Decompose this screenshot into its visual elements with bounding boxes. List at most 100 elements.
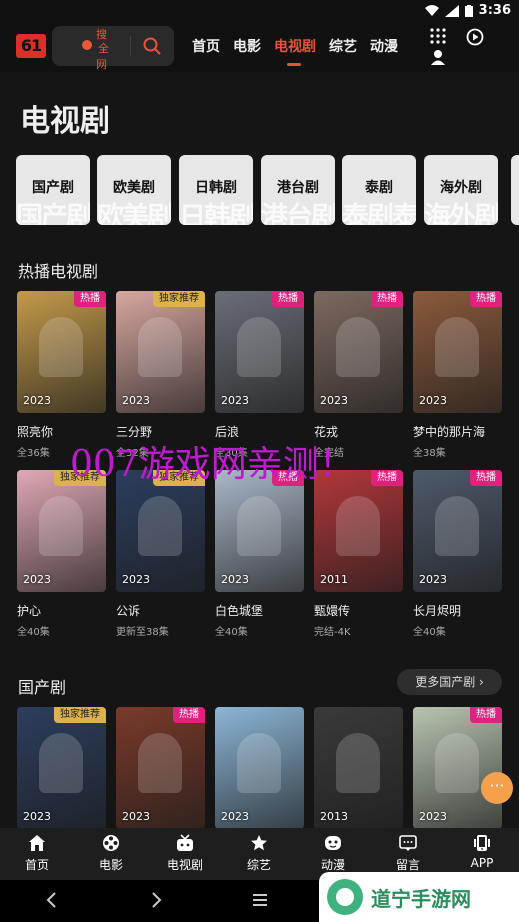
poster-image[interactable]: 热播 2023 <box>413 707 502 829</box>
drama-card[interactable]: 热播 2023 梦中的那片海 全38集 <box>413 291 502 459</box>
poster-figure <box>39 496 83 556</box>
poster-image[interactable]: 热播 2023 <box>413 291 502 413</box>
drama-card[interactable]: 独家推荐 2023 <box>17 707 106 829</box>
search-site-logo: 搜 全 网 <box>80 28 126 71</box>
drama-card[interactable]: 热播 2023 后浪 全30集 <box>215 291 304 459</box>
category-ghost-text: 欧美剧 <box>97 202 171 225</box>
card-episodes: 全38集 <box>413 448 446 459</box>
category-ghost-text: 泰剧泰 <box>342 202 416 225</box>
top-nav: 首页 电影 电视剧 综艺 动漫 <box>192 36 398 66</box>
category-thai[interactable]: 泰剧泰 泰剧 <box>342 155 416 225</box>
poster-year: 2013 <box>320 810 348 823</box>
category-japan-korea[interactable]: 日韩剧 日韩剧 <box>179 155 253 225</box>
category-western[interactable]: 欧美剧 欧美剧 <box>97 155 171 225</box>
bottom-nav-label: APP <box>470 856 494 870</box>
poster-image[interactable]: 热播 2023 <box>215 470 304 592</box>
drama-card[interactable]: 独家推荐 2023 公诉 更新至38集 <box>116 470 205 638</box>
poster-image[interactable]: 热播 2023 <box>17 291 106 413</box>
card-episodes: 全40集 <box>215 627 248 638</box>
drama-card[interactable]: 独家推荐 2023 护心 全40集 <box>17 470 106 638</box>
drama-card[interactable]: 热播 2023 白色城堡 全40集 <box>215 470 304 638</box>
drama-card[interactable]: 热播 2023 <box>116 707 205 829</box>
category-overseas[interactable]: 海外剧 海外剧 <box>424 155 498 225</box>
drama-card[interactable]: 热播 2011 甄嬛传 完结-4K <box>314 470 403 638</box>
bottom-nav-movies[interactable]: 电影 <box>81 834 141 873</box>
status-time: 3:36 <box>478 3 511 18</box>
category-label: 海外剧 <box>440 180 482 196</box>
drama-card[interactable]: 热播 2023 照亮你 全36集 <box>17 291 106 459</box>
category-hk-taiwan[interactable]: 港台剧 港台剧 <box>261 155 335 225</box>
poster-figure <box>336 496 380 556</box>
poster-image[interactable]: 热播 2023 <box>215 291 304 413</box>
forward-icon[interactable] <box>146 890 166 910</box>
status-bar: 3:36 <box>0 0 519 22</box>
app-logo[interactable]: 61 <box>16 34 46 58</box>
card-episodes: 更新至38集 <box>116 627 169 638</box>
category-label: 欧美剧 <box>113 180 155 196</box>
poster-year: 2023 <box>419 573 447 586</box>
bottom-nav-tv[interactable]: 电视剧 <box>155 834 215 873</box>
tab-movies[interactable]: 电影 <box>233 36 261 56</box>
poster-badge: 热播 <box>74 291 106 307</box>
search-logo-char: 全 <box>98 42 109 55</box>
category-domestic[interactable]: 国产剧 国产剧 <box>16 155 90 225</box>
bottom-nav-label: 留言 <box>395 858 420 872</box>
category-ghost-text: 港台剧 <box>261 202 335 225</box>
search-icon[interactable] <box>142 36 162 56</box>
search-box[interactable]: 搜 全 网 <box>52 26 174 71</box>
drama-card[interactable]: 2023 <box>215 707 304 829</box>
bottom-nav-label: 综艺 <box>246 858 271 872</box>
film-reel-icon <box>103 835 119 851</box>
poster-badge: 热播 <box>470 470 502 486</box>
poster-image[interactable]: 独家推荐 2023 <box>116 291 205 413</box>
card-episodes: 全40集 <box>413 627 446 638</box>
poster-figure <box>336 317 380 377</box>
back-icon[interactable] <box>42 890 62 910</box>
watermark-site-name: 道宁手游网 <box>371 887 471 911</box>
drama-card[interactable]: 热播 2023 <box>413 707 502 829</box>
more-domestic-button[interactable]: 更多国产剧 › <box>397 669 502 695</box>
floating-chat-button[interactable]: ··· <box>481 772 513 804</box>
user-icon[interactable] <box>430 49 446 65</box>
tab-variety[interactable]: 综艺 <box>329 36 357 56</box>
category-next-partial[interactable] <box>511 155 519 225</box>
drama-card[interactable]: 热播 2023 长月烬明 全40集 <box>413 470 502 638</box>
poster-image[interactable]: 独家推荐 2023 <box>17 470 106 592</box>
poster-badge: 热播 <box>371 470 403 486</box>
drama-card[interactable]: 独家推荐 2023 三分野 全32集 <box>116 291 205 459</box>
poster-image[interactable]: 独家推荐 2023 <box>17 707 106 829</box>
menu-icon[interactable] <box>250 890 270 910</box>
bottom-nav-anime[interactable]: 动漫 <box>303 834 363 873</box>
poster-badge: 热播 <box>173 707 205 723</box>
poster-image[interactable]: 热播 2023 <box>314 291 403 413</box>
poster-figure <box>435 496 479 556</box>
tab-anime[interactable]: 动漫 <box>370 36 398 56</box>
play-history-icon[interactable] <box>466 28 484 46</box>
drama-card[interactable]: 热播 2023 花戎 全完结 <box>314 291 403 459</box>
bottom-nav-app[interactable]: APP <box>452 834 512 870</box>
bottom-nav-message[interactable]: 留言 <box>378 834 438 873</box>
grid-menu-icon[interactable] <box>430 28 446 44</box>
poster-badge: 热播 <box>272 291 304 307</box>
tab-tv-series[interactable]: 电视剧 <box>274 36 316 66</box>
search-logo-dot <box>82 40 92 50</box>
poster-image[interactable]: 热播 2023 <box>413 470 502 592</box>
poster-figure <box>336 733 380 793</box>
poster-year: 2023 <box>23 394 51 407</box>
poster-image[interactable]: 独家推荐 2023 <box>116 470 205 592</box>
poster-image[interactable]: 2023 <box>215 707 304 829</box>
tab-home[interactable]: 首页 <box>192 36 220 56</box>
poster-image[interactable]: 热播 2023 <box>116 707 205 829</box>
poster-image[interactable]: 2013 <box>314 707 403 829</box>
status-icons: 3:36 <box>424 3 511 18</box>
drama-card[interactable]: 2013 <box>314 707 403 829</box>
home-icon <box>29 835 45 851</box>
page-title: 电视剧 <box>20 104 110 139</box>
anime-face-icon <box>325 836 341 850</box>
poster-badge: 独家推荐 <box>54 707 106 723</box>
bottom-nav-label: 电视剧 <box>166 858 203 872</box>
tv-icon <box>177 834 193 851</box>
bottom-nav-variety[interactable]: 综艺 <box>229 834 289 873</box>
poster-image[interactable]: 热播 2011 <box>314 470 403 592</box>
bottom-nav-home[interactable]: 首页 <box>7 834 67 873</box>
